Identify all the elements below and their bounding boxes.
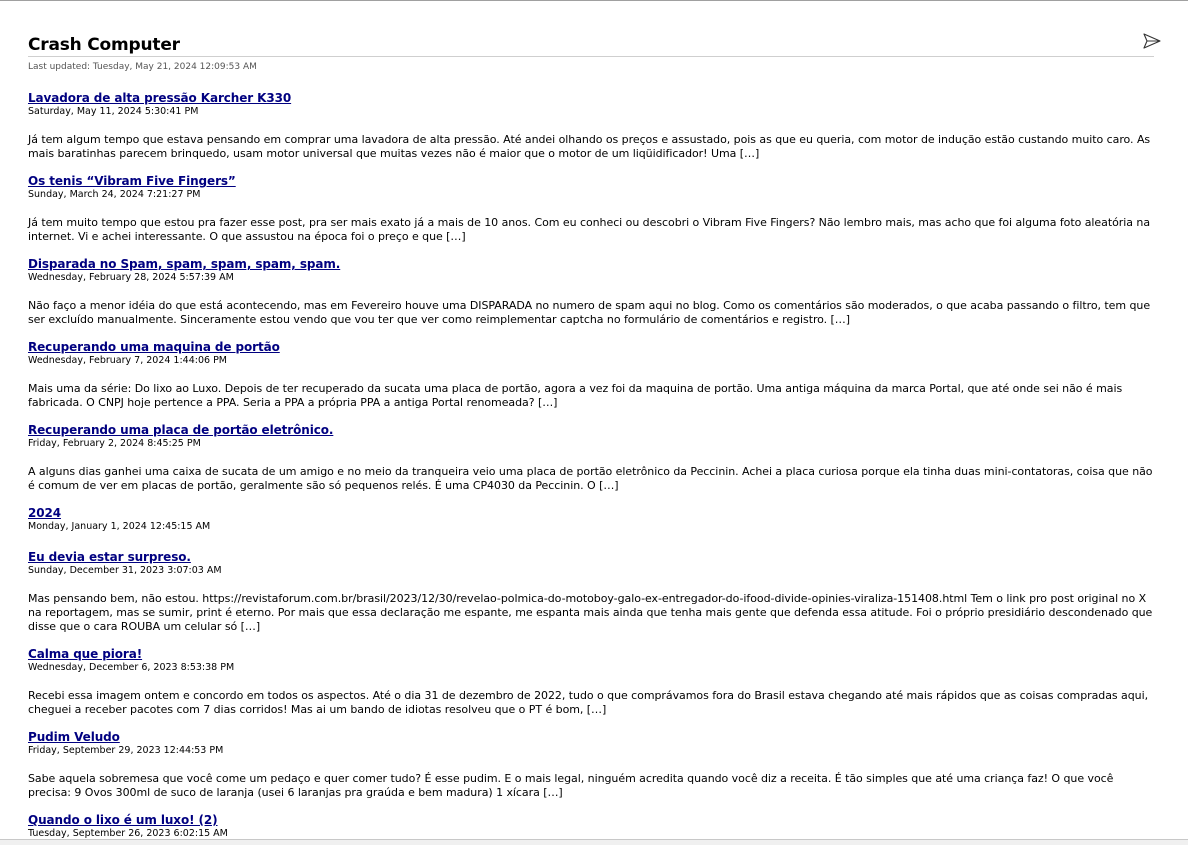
feed-entry: Pudim Veludo Friday, September 29, 2023 … (28, 726, 1158, 800)
entry-date: Saturday, May 11, 2024 5:30:41 PM (28, 106, 199, 117)
feed-title: Crash Computer (28, 35, 180, 55)
feed-entry: 2024 Monday, January 1, 2024 12:45:15 AM (28, 502, 1158, 533)
feed-entry: Disparada no Spam, spam, spam, spam, spa… (28, 253, 1158, 327)
entry-date: Sunday, December 31, 2023 3:07:03 AM (28, 565, 222, 576)
feed-entry: Calma que piora! Wednesday, December 6, … (28, 643, 1158, 717)
entry-summary: Já tem muito tempo que estou pra fazer e… (28, 216, 1151, 243)
entry-date: Wednesday, February 28, 2024 5:57:39 AM (28, 272, 234, 283)
entry-date: Friday, February 2, 2024 8:45:25 PM (28, 438, 201, 449)
entry-summary: Mais uma da série: Do lixo ao Luxo. Depo… (28, 382, 1123, 409)
entry-summary: Sabe aquela sobremesa que você come um p… (28, 772, 1114, 799)
entry-date: Friday, September 29, 2023 12:44:53 PM (28, 745, 224, 756)
feed-entry: Recuperando uma maquina de portão Wednes… (28, 336, 1158, 410)
entry-summary: A alguns dias ganhei uma caixa de sucata… (28, 465, 1153, 492)
feed-entry: Os tenis “Vibram Five Fingers” Sunday, M… (28, 170, 1158, 244)
entry-title-link[interactable]: Disparada no Spam, spam, spam, spam, spa… (28, 257, 340, 272)
window-top-border (0, 0, 1188, 1)
entry-title-link[interactable]: 2024 (28, 506, 61, 521)
entry-title-link[interactable]: Recuperando uma placa de portão eletrôni… (28, 423, 333, 438)
window-bottom-border (0, 839, 1188, 845)
entry-summary: Recebi essa imagem ontem e concordo em t… (28, 689, 1149, 716)
entry-title-link[interactable]: Recuperando uma maquina de portão (28, 340, 280, 355)
entry-date: Sunday, March 24, 2024 7:21:27 PM (28, 189, 201, 200)
entry-date: Wednesday, December 6, 2023 8:53:38 PM (28, 662, 235, 673)
entry-summary: Não faço a menor idéia do que está acont… (28, 299, 1151, 326)
entry-title-link[interactable]: Pudim Veludo (28, 730, 120, 745)
entry-title-link[interactable]: Quando o lixo é um luxo! (2) (28, 813, 218, 828)
feed-entry: Quando o lixo é um luxo! (2) Tuesday, Se… (28, 809, 1158, 840)
entry-title-link[interactable]: Calma que piora! (28, 647, 142, 662)
entry-date: Wednesday, February 7, 2024 1:44:06 PM (28, 355, 228, 366)
entry-title-link[interactable]: Lavadora de alta pressão Karcher K330 (28, 91, 291, 106)
feed-entry: Eu devia estar surpreso. Sunday, Decembe… (28, 546, 1158, 634)
entry-summary: Mas pensando bem, não estou. https://rev… (28, 592, 1153, 633)
entry-title-link[interactable]: Os tenis “Vibram Five Fingers” (28, 174, 236, 189)
title-divider (28, 56, 1154, 57)
feed-entry: Recuperando uma placa de portão eletrôni… (28, 419, 1158, 493)
entry-title-link[interactable]: Eu devia estar surpreso. (28, 550, 191, 565)
feed-entry: Lavadora de alta pressão Karcher K330 Sa… (28, 87, 1158, 161)
entry-date: Monday, January 1, 2024 12:45:15 AM (28, 521, 211, 532)
last-updated: Last updated: Tuesday, May 21, 2024 12:0… (28, 62, 257, 72)
feed-container: Crash Computer Last updated: Tuesday, Ma… (28, 35, 1158, 845)
entry-summary: Já tem algum tempo que estava pensando e… (28, 133, 1151, 160)
